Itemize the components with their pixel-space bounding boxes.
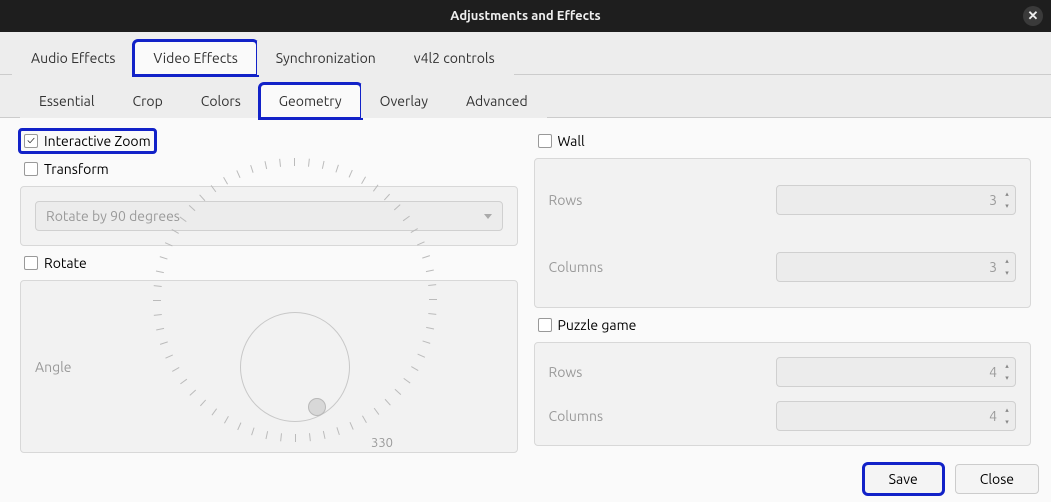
angle-label: Angle (35, 359, 72, 375)
puzzle-rows-input[interactable]: 4 ▴▾ (776, 357, 1016, 387)
top-tabs: Audio Effects Video Effects Synchronizat… (0, 32, 1051, 75)
step-up-icon[interactable]: ▴ (1001, 188, 1013, 200)
interactive-zoom-checkbox[interactable]: ✓ (24, 134, 38, 148)
step-down-icon[interactable]: ▾ (1001, 267, 1013, 279)
transform-combo[interactable]: Rotate by 90 degrees (35, 201, 503, 231)
transform-combo-value: Rotate by 90 degrees (46, 208, 180, 224)
puzzle-rows-label: Rows (549, 364, 583, 380)
wall-cols-label: Columns (549, 259, 604, 275)
puzzle-cols-input[interactable]: 4 ▴▾ (776, 401, 1016, 431)
interactive-zoom-label: Interactive Zoom (44, 133, 151, 149)
tab-essential[interactable]: Essential (20, 84, 114, 118)
step-down-icon[interactable]: ▾ (1001, 416, 1013, 428)
wall-label: Wall (558, 133, 585, 149)
rotate-checkbox[interactable] (24, 256, 38, 270)
puzzle-checkbox[interactable] (538, 318, 552, 332)
tab-advanced[interactable]: Advanced (447, 84, 547, 118)
step-up-icon[interactable]: ▴ (1001, 255, 1013, 267)
tab-audio-effects[interactable]: Audio Effects (12, 41, 134, 75)
angle-dial[interactable]: 330 (205, 292, 385, 442)
window-title: Adjustments and Effects (450, 9, 600, 23)
puzzle-cols-value: 4 (989, 408, 997, 424)
transform-group: Rotate by 90 degrees (20, 186, 518, 246)
wall-rows-value: 3 (989, 192, 997, 208)
rotate-label: Rotate (44, 255, 87, 271)
puzzle-row[interactable]: Puzzle game (534, 314, 1032, 336)
content-area: ✓ Interactive Zoom Transform Rotate by 9… (0, 118, 1051, 453)
transform-row[interactable]: Transform (20, 158, 518, 180)
wall-rows-input[interactable]: 3 ▴▾ (776, 185, 1016, 215)
wall-cols-input[interactable]: 3 ▴▾ (776, 252, 1016, 282)
tab-overlay[interactable]: Overlay (361, 84, 447, 118)
wall-cols-value: 3 (989, 259, 997, 275)
step-down-icon[interactable]: ▾ (1001, 372, 1013, 384)
tab-geometry[interactable]: Geometry (260, 84, 361, 118)
puzzle-cols-label: Columns (549, 408, 604, 424)
rotate-row[interactable]: Rotate (20, 252, 518, 274)
sub-tabs: Essential Crop Colors Geometry Overlay A… (0, 75, 1051, 118)
left-column: ✓ Interactive Zoom Transform Rotate by 9… (20, 130, 518, 453)
dial-knob-icon[interactable] (308, 398, 326, 416)
step-up-icon[interactable]: ▴ (1001, 360, 1013, 372)
interactive-zoom-row[interactable]: ✓ Interactive Zoom (20, 130, 155, 152)
tab-colors[interactable]: Colors (182, 84, 260, 118)
wall-checkbox[interactable] (538, 134, 552, 148)
wall-group: Rows 3 ▴▾ Columns 3 ▴▾ (534, 158, 1032, 308)
puzzle-group: Rows 4 ▴▾ Columns 4 ▴▾ (534, 342, 1032, 446)
tab-video-effects[interactable]: Video Effects (134, 41, 256, 75)
wall-row[interactable]: Wall (534, 130, 1032, 152)
window-titlebar: Adjustments and Effects ✕ (0, 0, 1051, 32)
angle-value: 330 (371, 436, 393, 450)
rotate-group: Angle 330 (20, 280, 518, 453)
footer: Save Close (864, 464, 1039, 494)
transform-checkbox[interactable] (24, 162, 38, 176)
step-down-icon[interactable]: ▾ (1001, 200, 1013, 212)
step-up-icon[interactable]: ▴ (1001, 404, 1013, 416)
tab-synchronization[interactable]: Synchronization (257, 41, 395, 75)
puzzle-label: Puzzle game (558, 317, 637, 333)
tab-v4l2-controls[interactable]: v4l2 controls (395, 41, 514, 75)
transform-label: Transform (44, 161, 109, 177)
tab-crop[interactable]: Crop (114, 84, 182, 118)
save-button[interactable]: Save (864, 464, 943, 494)
wall-rows-label: Rows (549, 192, 583, 208)
puzzle-rows-value: 4 (989, 364, 997, 380)
close-icon[interactable]: ✕ (1023, 6, 1043, 26)
close-button[interactable]: Close (955, 464, 1039, 494)
right-column: Wall Rows 3 ▴▾ Columns 3 ▴▾ Puzzle game (534, 130, 1032, 453)
